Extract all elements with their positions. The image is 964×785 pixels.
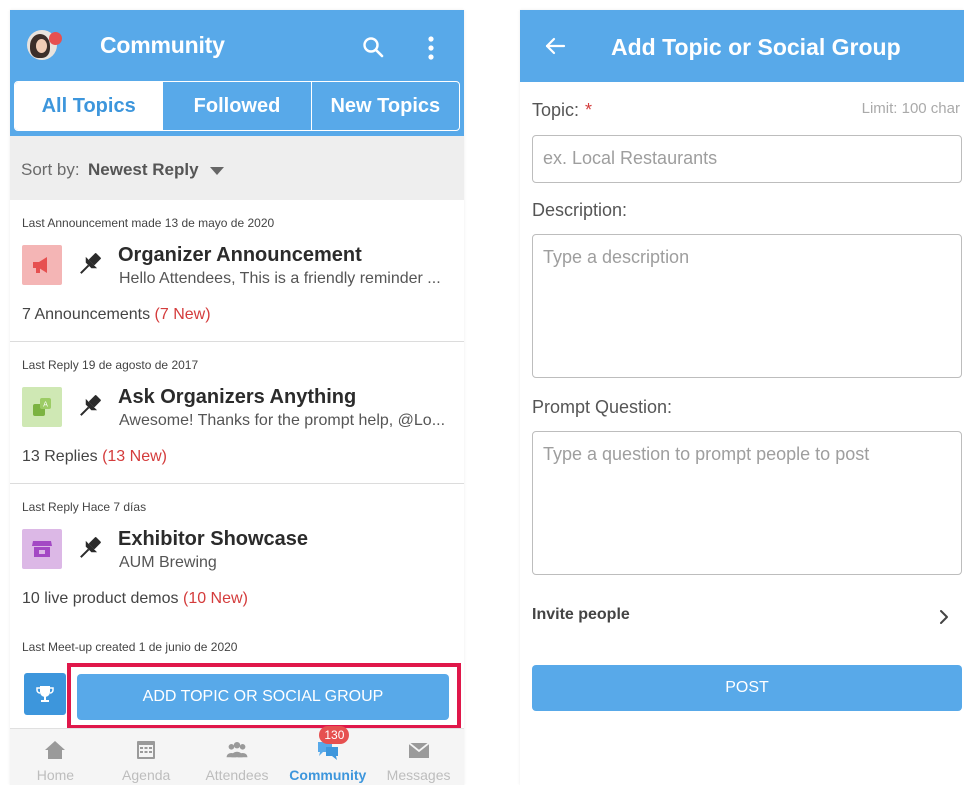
topic-count-text: 10 live product demos — [22, 590, 179, 607]
storefront-icon — [22, 529, 62, 569]
topic-meta: Last Announcement made 13 de mayo de 202… — [22, 216, 275, 230]
community-header: Community All Topics Followed New Topics — [10, 10, 464, 136]
nav-item-home[interactable]: Home — [10, 729, 101, 785]
pin-icon — [80, 395, 101, 416]
home-icon — [45, 741, 66, 759]
avatar-status-badge — [49, 32, 62, 45]
back-arrow-icon[interactable] — [544, 36, 566, 56]
topic-count: 13 Replies (13 New) — [22, 448, 167, 466]
nav-item-messages[interactable]: Messages — [373, 729, 464, 785]
svg-text:A: A — [43, 401, 48, 409]
pin-icon — [80, 537, 101, 558]
nav-label: Attendees — [205, 767, 269, 783]
topic-meta: Last Reply Hace 7 días — [22, 500, 147, 514]
topic-count: 7 Announcements (7 New) — [22, 306, 211, 324]
topic-tabs: All Topics Followed New Topics — [14, 81, 460, 131]
nav-item-agenda[interactable]: Agenda — [101, 729, 192, 785]
topic-meta: Last Reply 19 de agosto de 2017 — [22, 358, 199, 372]
notification-badge: 130 — [319, 726, 350, 744]
description-textarea[interactable]: Type a description — [532, 234, 962, 378]
topic-title: Ask Organizers Anything — [118, 386, 357, 408]
more-vert-icon[interactable] — [425, 36, 437, 60]
invite-people-link[interactable]: Invite people — [532, 606, 630, 624]
topic-preview: AUM Brewing — [119, 554, 217, 571]
megaphone-icon — [22, 245, 62, 285]
nav-label: Community — [289, 767, 367, 783]
sort-value[interactable]: Newest Reply — [88, 160, 199, 180]
topic-preview: Awesome! Thanks for the prompt help, @Lo… — [119, 412, 446, 429]
topic-preview: Hello Attendees, This is a friendly remi… — [119, 270, 441, 287]
topic-label-text: Topic: — [532, 100, 580, 120]
topic-count: 10 live product demos (10 New) — [22, 590, 248, 608]
topic-new-count: (7 New) — [154, 306, 211, 323]
bottom-nav: Home Agenda Attendees 130 Community Mess… — [10, 726, 464, 785]
topic-input[interactable]: ex. Local Restaurants — [532, 135, 962, 183]
mail-icon — [408, 742, 430, 758]
topic-new-count: (13 New) — [102, 448, 167, 465]
pin-icon — [80, 253, 101, 274]
people-icon — [226, 742, 248, 758]
search-icon[interactable] — [362, 36, 384, 58]
chevron-right-icon[interactable] — [938, 608, 950, 626]
tab-followed[interactable]: Followed — [163, 82, 312, 130]
prompt-question-textarea[interactable]: Type a question to prompt people to post — [532, 431, 962, 575]
topic-title: Organizer Announcement — [118, 244, 362, 266]
nav-item-community[interactable]: 130 Community — [282, 726, 373, 785]
calendar-icon — [137, 741, 156, 759]
topic-title: Exhibitor Showcase — [118, 528, 309, 550]
topic-meta: Last Meet-up created 1 de junio de 2020 — [22, 640, 238, 654]
community-screen: Community All Topics Followed New Topics… — [10, 10, 464, 785]
nav-item-attendees[interactable]: Attendees — [192, 729, 283, 785]
highlight-box — [67, 663, 461, 729]
topic-item-ask-organizers[interactable]: Last Reply 19 de agosto de 2017 A Ask Or… — [10, 342, 464, 484]
caret-down-icon[interactable] — [210, 167, 224, 175]
tab-all-topics[interactable]: All Topics — [15, 82, 164, 130]
nav-label: Home — [36, 767, 75, 783]
sort-label: Sort by: — [21, 160, 80, 179]
trophy-icon — [24, 673, 66, 715]
topic-new-count: (10 New) — [182, 590, 248, 607]
topic-label: Topic: * — [532, 100, 592, 121]
sort-bar[interactable]: Sort by: Newest Reply — [10, 136, 464, 200]
nav-label: Agenda — [122, 767, 171, 783]
topic-item-organizer-announcement[interactable]: Last Announcement made 13 de mayo de 202… — [10, 200, 464, 342]
prompt-question-label: Prompt Question: — [532, 397, 673, 417]
avatar-face — [36, 39, 47, 53]
topic-item-exhibitor-showcase[interactable]: Last Reply Hace 7 días Exhibitor Showcas… — [10, 484, 464, 626]
topic-count-text: 7 Announcements — [22, 306, 151, 323]
page-title: Add Topic or Social Group — [611, 34, 901, 60]
page-title: Community — [100, 32, 225, 58]
description-label: Description: — [532, 200, 628, 220]
topic-count-text: 13 Replies — [22, 448, 98, 465]
add-topic-header: Add Topic or Social Group — [520, 10, 964, 82]
nav-label: Messages — [386, 767, 451, 783]
tab-new-topics[interactable]: New Topics — [312, 82, 459, 130]
add-topic-screen: Add Topic or Social Group Topic: * Limit:… — [520, 10, 964, 785]
required-mark: * — [585, 100, 593, 120]
topic-limit-hint: Limit: 100 char — [861, 100, 960, 117]
post-button[interactable]: POST — [532, 665, 962, 711]
translate-icon: A — [22, 387, 62, 427]
